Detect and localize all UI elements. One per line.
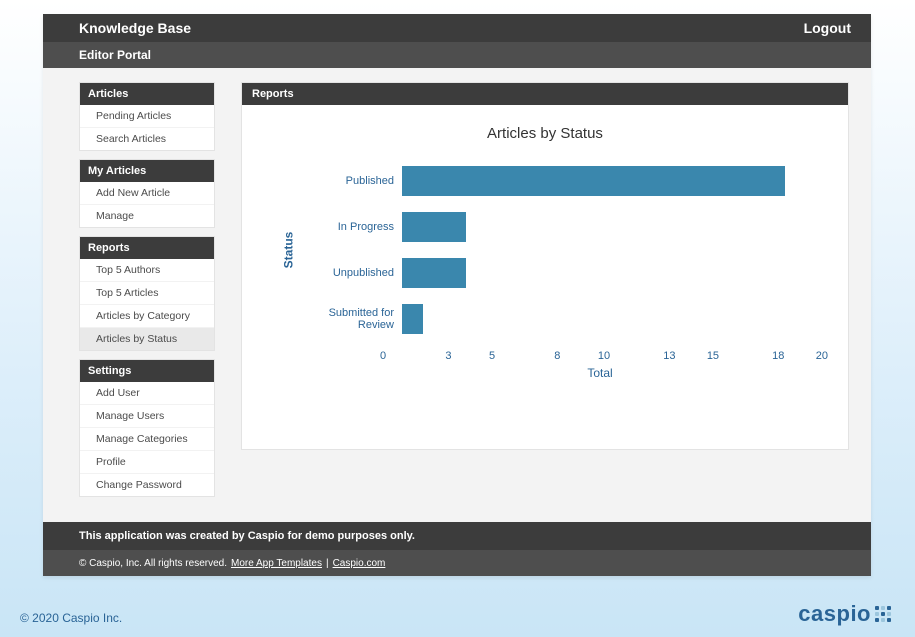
chart-x-tick: 15 (707, 350, 772, 362)
chart-x-tick: 13 (663, 350, 707, 362)
sidebar-item[interactable]: Top 5 Articles (80, 282, 214, 305)
chart-x-tick: 20 (816, 350, 828, 362)
sidebar-item[interactable]: Pending Articles (80, 105, 214, 128)
sidebar-item[interactable]: Profile (80, 451, 214, 474)
sidebar-group: ReportsTop 5 AuthorsTop 5 ArticlesArticl… (79, 236, 215, 351)
sidebar: ArticlesPending ArticlesSearch Articles M… (79, 82, 215, 505)
brand-text: caspio (798, 601, 871, 627)
chart-bar-row: In Progress (292, 204, 828, 250)
chart-bar-cell (402, 212, 828, 242)
sidebar-group-title: My Articles (80, 160, 214, 182)
chart-rows: Status PublishedIn ProgressUnpublishedSu… (292, 158, 828, 342)
chart-bar (402, 212, 466, 242)
outer-copyright: © 2020 Caspio Inc. (20, 611, 122, 625)
chart-x-tick: 8 (554, 350, 598, 362)
portal-label: Editor Portal (79, 48, 151, 62)
chart-y-axis-label: Status (281, 232, 295, 269)
chart-bar-cell (402, 304, 828, 334)
footer-demo-text: This application was created by Caspio f… (79, 530, 415, 542)
sidebar-group-title: Articles (80, 83, 214, 105)
sidebar-group: SettingsAdd UserManage UsersManage Categ… (79, 359, 215, 497)
footer-copyright-bar: © Caspio, Inc. All rights reserved. More… (43, 550, 871, 576)
chart-bar-row: Submitted for Review (292, 296, 828, 342)
chart-bar-row: Published (292, 158, 828, 204)
chart-x-axis-label: Total (372, 366, 828, 380)
chart-title: Articles by Status (262, 125, 828, 142)
chart-category-label: Published (292, 175, 402, 187)
sidebar-item[interactable]: Articles by Category (80, 305, 214, 328)
sidebar-item[interactable]: Manage (80, 205, 214, 227)
footer-demo-bar: This application was created by Caspio f… (43, 522, 871, 550)
chart-x-tick: 3 (445, 350, 489, 362)
main-area: Reports Articles by Status Status Publis… (241, 82, 849, 505)
sidebar-group: My ArticlesAdd New ArticleManage (79, 159, 215, 228)
footer-copyright-prefix: © Caspio, Inc. All rights reserved. (79, 558, 227, 569)
sidebar-item[interactable]: Top 5 Authors (80, 259, 214, 282)
logout-link[interactable]: Logout (804, 20, 851, 36)
chart-bar (402, 304, 423, 334)
chart-x-tick: 0 (380, 350, 445, 362)
chart-bar (402, 166, 785, 196)
chart-bar-cell (402, 166, 828, 196)
sidebar-group-title: Settings (80, 360, 214, 382)
app-title: Knowledge Base (79, 20, 191, 36)
footer-sep: | (326, 558, 329, 569)
sidebar-item[interactable]: Add User (80, 382, 214, 405)
sidebar-group: ArticlesPending ArticlesSearch Articles (79, 82, 215, 151)
chart-category-label: Submitted for Review (292, 307, 402, 331)
chart-x-tick: 18 (772, 350, 816, 362)
brand-dots-icon (875, 606, 891, 622)
chart-x-axis: 03581013151820 (380, 350, 828, 362)
chart-x-tick: 10 (598, 350, 663, 362)
footer-link-templates[interactable]: More App Templates (231, 558, 322, 569)
brand-logo: caspio (798, 601, 891, 627)
footer-link-site[interactable]: Caspio.com (333, 558, 386, 569)
app-shell: Knowledge Base Logout Editor Portal Arti… (43, 14, 871, 576)
sidebar-item[interactable]: Search Articles (80, 128, 214, 150)
reports-panel-title: Reports (242, 83, 848, 105)
sidebar-item[interactable]: Add New Article (80, 182, 214, 205)
sidebar-item[interactable]: Manage Users (80, 405, 214, 428)
reports-panel: Reports Articles by Status Status Publis… (241, 82, 849, 450)
sidebar-item[interactable]: Change Password (80, 474, 214, 496)
chart-zone: Articles by Status Status Published In Pr… (242, 105, 848, 390)
sidebar-item[interactable]: Manage Categories (80, 428, 214, 451)
body-wrap: ArticlesPending ArticlesSearch Articles M… (43, 68, 871, 522)
chart-bar (402, 258, 466, 288)
chart-x-tick: 5 (489, 350, 554, 362)
portal-bar: Editor Portal (43, 42, 871, 68)
chart-category-label: In Progress (292, 221, 402, 233)
chart-bar-row: Unpublished (292, 250, 828, 296)
sidebar-item[interactable]: Articles by Status (80, 328, 214, 350)
topbar: Knowledge Base Logout (43, 14, 871, 42)
chart-category-label: Unpublished (292, 267, 402, 279)
chart-bar-cell (402, 258, 828, 288)
sidebar-group-title: Reports (80, 237, 214, 259)
